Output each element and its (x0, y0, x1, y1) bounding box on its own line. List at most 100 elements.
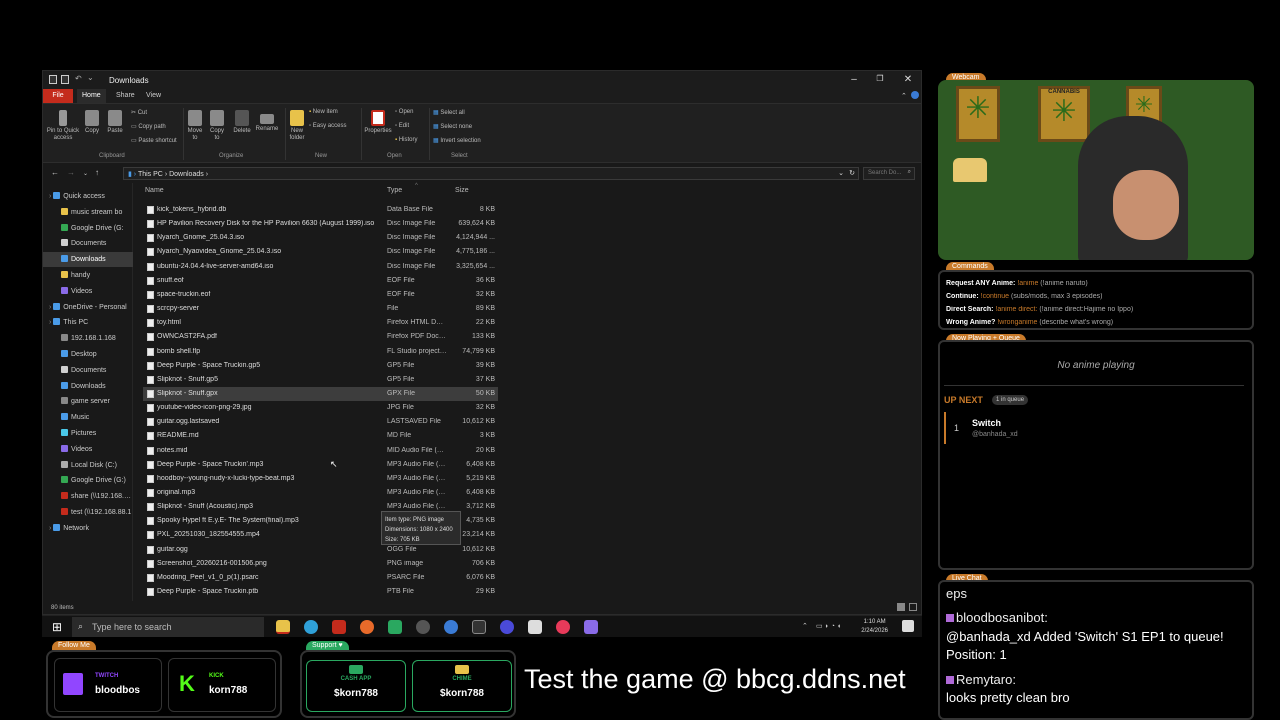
select-none-button[interactable]: ▦ Select none (433, 123, 472, 130)
app-icon[interactable] (388, 620, 402, 634)
app-icon[interactable] (584, 620, 598, 634)
copy-path-button[interactable]: ▭ Copy path (131, 123, 166, 130)
dropdown-icon[interactable]: ⌄ (87, 73, 94, 82)
back-icon[interactable]: ← (51, 168, 59, 177)
notifications-icon[interactable] (902, 620, 914, 632)
nav-item[interactable]: test (\\192.168.88.1 (43, 505, 133, 520)
delete-button[interactable]: Delete (231, 110, 253, 135)
column-header-type[interactable]: Type (387, 187, 402, 194)
forward-icon[interactable]: → (67, 168, 75, 177)
tab-share[interactable]: Share (111, 89, 140, 103)
browser-icon[interactable] (444, 620, 458, 634)
column-header-name[interactable]: Name (145, 187, 164, 194)
folder-icon[interactable] (61, 75, 69, 84)
recent-dropdown-icon[interactable]: ⌄ (83, 170, 88, 177)
search-box[interactable]: Search Do... ⌕ (863, 167, 915, 180)
nav-item[interactable]: Documents (43, 363, 133, 378)
collapse-ribbon-icon[interactable]: ⌃ (901, 92, 907, 100)
tab-file[interactable]: File (43, 89, 73, 103)
maximize-icon[interactable]: ❐ (871, 74, 889, 83)
taskbar-clock[interactable]: 1:10 AM 2/24/2026 (861, 618, 888, 636)
nav-item[interactable]: Local Disk (C:) (43, 458, 133, 473)
nav-item[interactable]: Videos (43, 442, 133, 457)
nav-item[interactable]: handy (43, 268, 133, 283)
file-row[interactable]: README.md MD File 3 KB (143, 429, 498, 443)
large-icons-view-icon[interactable] (909, 603, 917, 611)
nav-item[interactable]: › Network (43, 521, 133, 536)
nav-item[interactable]: › This PC (43, 315, 133, 330)
kick-card[interactable]: K KICK korn788 (168, 658, 276, 712)
file-row[interactable]: ubuntu-24.04.4-live-server-amd64.iso Disc… (143, 260, 498, 274)
breadcrumb-this-pc[interactable]: This PC (138, 171, 163, 178)
new-item-button[interactable]: ▪ New item (309, 109, 338, 115)
properties-button[interactable]: Properties (363, 110, 393, 135)
file-row[interactable]: snuff.eof EOF File 36 KB (143, 274, 498, 288)
tab-home[interactable]: Home (77, 89, 106, 103)
move-to-button[interactable]: Move to (185, 110, 205, 142)
file-row[interactable]: Screenshot_20260216-001506.png PNG image 7… (143, 557, 498, 571)
windows-start-icon[interactable]: ⊞ (52, 620, 62, 634)
nav-item[interactable]: Downloads (43, 379, 133, 394)
file-row[interactable]: guitar.ogg.lastsaved LASTSAVED File 10,612… (143, 415, 498, 429)
edge-icon[interactable] (304, 620, 318, 634)
nav-item[interactable]: share (\\192.168.1.2 (43, 489, 133, 504)
nav-item[interactable]: music stream bo (43, 205, 133, 220)
close-icon[interactable]: ✕ (899, 74, 917, 85)
address-bar[interactable]: ▮ › This PC › Downloads › ⌄ ↻ (123, 167, 859, 180)
new-folder-button[interactable]: New folder (287, 110, 307, 142)
history-button[interactable]: ▪ History (395, 137, 417, 143)
taskbar-search[interactable]: ⌕ Type here to search (72, 617, 264, 637)
cut-button[interactable]: ✂ Cut (131, 109, 147, 116)
file-row[interactable]: youtube-video-icon-png-29.jpg JPG File 32 … (143, 401, 498, 415)
terminal-icon[interactable] (472, 620, 486, 634)
cashapp-card[interactable]: CASH APP $korn788 (306, 660, 406, 712)
file-row[interactable]: Deep Purple - Space Truckin.ptb PTB File 2… (143, 585, 498, 599)
file-row[interactable]: toy.html Firefox HTML Doc... 22 KB (143, 316, 498, 330)
undo-icon[interactable]: ↶ (75, 74, 82, 83)
file-row[interactable]: original.mp3 MP3 Audio File (V... 6,408 KB (143, 486, 498, 500)
file-row[interactable]: scrcpy-server File 89 KB (143, 302, 498, 316)
tab-view[interactable]: View (141, 89, 166, 103)
invert-selection-button[interactable]: ▦ Invert selection (433, 137, 481, 144)
tray-chevron-icon[interactable]: ⌃ (802, 622, 808, 630)
file-row[interactable]: space-truckin.eof EOF File 32 KB (143, 288, 498, 302)
app-icon[interactable] (332, 620, 346, 634)
nav-item[interactable]: Music (43, 410, 133, 425)
nav-item[interactable]: Google Drive (G: (43, 221, 133, 236)
tray-icons[interactable]: ▭ ◗ ◔ ◖ (816, 622, 841, 630)
nav-item[interactable]: Documents (43, 236, 133, 251)
file-row[interactable]: Slipknot - Snuff.gp5 GP5 File 37 KB (143, 373, 498, 387)
open-button[interactable]: ▫ Open (395, 109, 413, 115)
firefox-icon[interactable] (360, 620, 374, 634)
up-icon[interactable]: ↑ (95, 168, 99, 177)
app-icon[interactable] (528, 620, 542, 634)
nav-item[interactable]: Google Drive (G:) (43, 473, 133, 488)
chime-card[interactable]: CHIME $korn788 (412, 660, 512, 712)
easy-access-button[interactable]: ▫ Easy access (309, 123, 346, 129)
help-icon[interactable] (911, 91, 919, 99)
save-icon[interactable] (49, 75, 57, 84)
nav-item[interactable]: Desktop (43, 347, 133, 362)
breadcrumb-downloads[interactable]: Downloads (169, 171, 204, 178)
address-dropdown-icon[interactable]: ⌄ (838, 169, 844, 177)
nav-item[interactable]: Videos (43, 284, 133, 299)
twitch-card[interactable]: TWITCH bloodbos (54, 658, 162, 712)
nav-item[interactable]: › Quick access (43, 189, 133, 204)
obs-icon[interactable] (416, 620, 430, 634)
nav-item[interactable]: 192.168.1.168 (43, 331, 133, 346)
rename-button[interactable]: Rename (255, 110, 279, 133)
copy-button[interactable]: Copy (83, 110, 101, 135)
file-row[interactable]: hoodboy--young-nudy-x-lucki-type-beat.mp… (143, 472, 498, 486)
nav-item[interactable]: game server (43, 394, 133, 409)
file-row[interactable]: Slipknot - Snuff.gpx GPX File 50 KB (143, 386, 498, 401)
app-icon[interactable] (556, 620, 570, 634)
column-header-size[interactable]: Size (455, 187, 469, 194)
details-view-icon[interactable] (897, 603, 905, 611)
file-row[interactable]: notes.mid MID Audio File (VL... 20 KB (143, 444, 498, 458)
file-row[interactable]: Nyarch_Gnome_25.04.3.iso Disc Image File 4… (143, 231, 498, 245)
file-row[interactable]: HP Pavilion Recovery Disk for the HP Pav… (143, 217, 498, 231)
file-row[interactable]: Deep Purple - Space Truckin.gp5 GP5 File 3… (143, 359, 498, 373)
minimize-icon[interactable]: – (845, 74, 863, 85)
nav-item[interactable]: Downloads (43, 252, 133, 268)
paste-shortcut-button[interactable]: ▭ Paste shortcut (131, 137, 177, 144)
